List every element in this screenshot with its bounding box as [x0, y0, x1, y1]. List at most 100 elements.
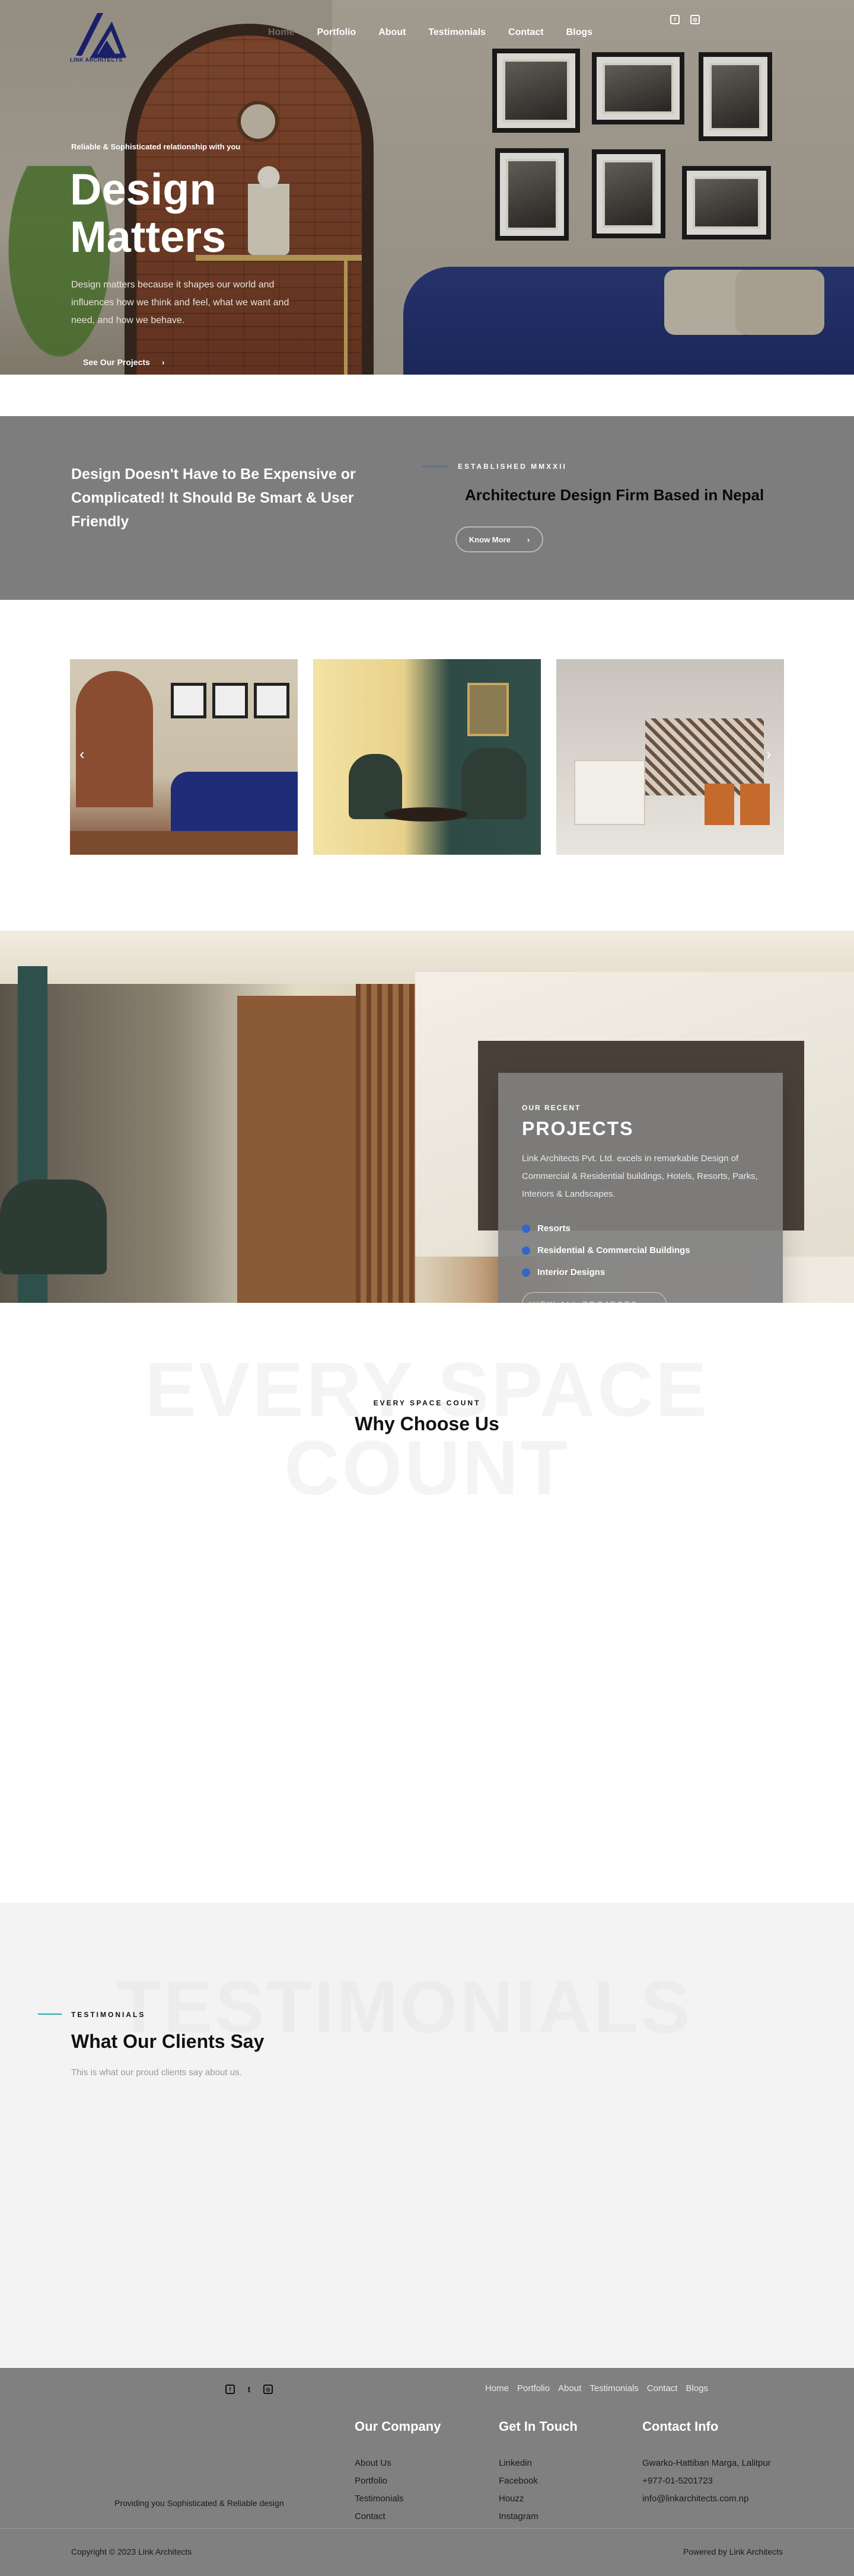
bullet-icon — [522, 1268, 530, 1277]
footer-link-contact[interactable]: Contact — [647, 2383, 678, 2393]
slide-reception — [574, 760, 645, 825]
footer-copyright: Copyright © 2023 Link Architects — [71, 2547, 192, 2556]
hero-tagline: Reliable & Sophisticated relationship wi… — [71, 142, 241, 151]
hero-title-line1: Design — [70, 165, 216, 214]
facebook-icon[interactable]: f — [225, 2385, 235, 2394]
gallery-carousel — [0, 600, 854, 1460]
footer-contact-heading: Contact Info — [642, 2419, 719, 2434]
footer-company-heading: Our Company — [355, 2419, 441, 2434]
footer-touch-column: Get In Touch Linkedin Facebook Houzz Ins… — [499, 2419, 578, 2526]
footer-powered-by: Powered by Link Architects — [683, 2547, 783, 2556]
list-item: Interior Designs — [522, 1261, 690, 1283]
logo-text: LINK ARCHITECTS — [70, 57, 123, 63]
banner-eyebrow: ESTABLISHED MMXXII — [458, 462, 567, 471]
hero-description: Design matters because it shapes our wor… — [71, 280, 289, 325]
carousel-slide[interactable] — [313, 659, 541, 855]
footer-touch-link[interactable]: Linkedin — [499, 2454, 578, 2472]
footer-phone[interactable]: +977-01-5201723 — [642, 2472, 771, 2490]
footer-link-portfolio[interactable]: Portfolio — [517, 2383, 550, 2393]
footer-touch-heading: Get In Touch — [499, 2419, 578, 2434]
see-projects-label: See Our Projects — [83, 357, 150, 367]
bullet-icon — [522, 1224, 530, 1233]
know-more-button[interactable]: Know More › — [455, 526, 543, 552]
footer-link-about[interactable]: About — [558, 2383, 581, 2393]
nav-social: f ◎ — [670, 15, 700, 24]
footer-company-link[interactable]: Testimonials — [355, 2490, 441, 2508]
facebook-icon[interactable]: f — [670, 15, 680, 24]
nav-item-portfolio[interactable]: Portfolio — [317, 27, 356, 38]
footer-divider — [0, 2528, 854, 2529]
list-item: Resorts — [522, 1217, 690, 1239]
slide-arch — [76, 671, 153, 807]
projects-item-label: Residential & Commercial Buildings — [537, 1245, 690, 1255]
testimonials-title: What Our Clients Say — [71, 2031, 265, 2052]
why-bg-line2: COUNT — [283, 1424, 571, 1511]
footer-touch-link[interactable]: Facebook — [499, 2472, 578, 2490]
carousel-prev-icon[interactable]: ‹ — [79, 745, 85, 763]
nav-links: Home Portfolio About Testimonials Contac… — [268, 27, 592, 38]
chevron-right-icon: › — [527, 535, 530, 544]
projects-armchair — [0, 1180, 107, 1274]
slide-chair — [461, 748, 527, 819]
why-title: Why Choose Us — [355, 1413, 499, 1434]
carousel-slide[interactable] — [556, 659, 784, 855]
slide-chair — [740, 784, 770, 825]
footer-touch-link[interactable]: Instagram — [499, 2508, 578, 2526]
instagram-icon[interactable]: ◎ — [263, 2385, 273, 2394]
why-choose-us-section: EVERY SPACE COUNT EVERY SPACE COUNT Why … — [0, 1303, 854, 1903]
footer-link-testimonials[interactable]: Testimonials — [589, 2383, 639, 2393]
footer-contact-column: Contact Info Gwarko-Hattiban Marga, Lali… — [642, 2419, 771, 2508]
footer-link-home[interactable]: Home — [485, 2383, 509, 2393]
slide-floor — [70, 831, 298, 855]
footer-address: Gwarko-Hattiban Marga, Lalitpur — [642, 2458, 771, 2468]
testimonials-divider — [38, 2014, 62, 2015]
slide-chair — [705, 784, 734, 825]
projects-item-label: Interior Designs — [537, 1267, 606, 1277]
slide-frame — [171, 683, 206, 718]
slide-frame — [254, 683, 289, 718]
top-nav: LINK ARCHITECTS Home Portfolio About Tes… — [0, 0, 854, 65]
slide-sofa — [171, 772, 298, 837]
footer-company-link[interactable]: Contact — [355, 2508, 441, 2526]
footer-company-link[interactable]: About Us — [355, 2454, 441, 2472]
footer-company-link[interactable]: Portfolio — [355, 2472, 441, 2490]
hero-title: Design Matters — [70, 166, 426, 261]
nav-item-about[interactable]: About — [378, 27, 406, 38]
nav-item-testimonials[interactable]: Testimonials — [428, 27, 486, 38]
projects-description: Link Architects Pvt. Ltd. excels in rema… — [522, 1153, 758, 1199]
carousel-slide[interactable] — [70, 659, 298, 855]
slide-frame — [212, 683, 248, 718]
footer-social: f t ◎ — [225, 2385, 273, 2394]
projects-slats — [356, 984, 415, 1303]
footer-link-blogs[interactable]: Blogs — [686, 2383, 708, 2393]
nav-item-contact[interactable]: Contact — [508, 27, 544, 38]
banner-title: Architecture Design Firm Based in Nepal — [465, 486, 764, 504]
projects-shelf — [237, 996, 356, 1303]
slide-table — [384, 807, 467, 822]
footer-touch-link[interactable]: Houzz — [499, 2490, 578, 2508]
footer-company-column: Our Company About Us Portfolio Testimoni… — [355, 2419, 441, 2526]
hero-section: LINK ARCHITECTS Home Portfolio About Tes… — [0, 0, 854, 375]
nav-item-home[interactable]: Home — [268, 27, 294, 38]
projects-title: PROJECTS — [522, 1118, 634, 1139]
chevron-right-icon: › — [161, 357, 165, 367]
projects-list: Resorts Residential & Commercial Buildin… — [522, 1217, 690, 1283]
intro-banner: Design Doesn't Have to Be Expensive or C… — [0, 416, 854, 600]
know-more-label: Know More — [469, 535, 511, 544]
why-eyebrow: EVERY SPACE COUNT — [373, 1399, 481, 1407]
instagram-icon[interactable]: ◎ — [690, 15, 700, 24]
twitter-icon[interactable]: t — [244, 2385, 254, 2394]
testimonials-eyebrow: TESTIMONIALS — [71, 2011, 146, 2019]
hero-title-line2: Matters — [70, 212, 227, 261]
nav-item-blogs[interactable]: Blogs — [566, 27, 592, 38]
footer: f t ◎ Home Portfolio About Testimonials … — [0, 2368, 854, 2576]
footer-nav: Home Portfolio About Testimonials Contac… — [485, 2383, 708, 2393]
page: LINK ARCHITECTS Home Portfolio About Tes… — [0, 0, 854, 2576]
list-item: Residential & Commercial Buildings — [522, 1239, 690, 1261]
testimonials-subtitle: This is what our proud clients say about… — [71, 2067, 242, 2078]
carousel-next-icon[interactable]: › — [766, 745, 772, 763]
footer-email[interactable]: info@linkarchitects.com.np — [642, 2490, 771, 2508]
see-projects-button[interactable]: See Our Projects › — [71, 353, 177, 371]
testimonials-section: TESTIMONIALS TESTIMONIALS What Our Clien… — [0, 1903, 854, 2368]
projects-item-label: Resorts — [537, 1223, 571, 1233]
